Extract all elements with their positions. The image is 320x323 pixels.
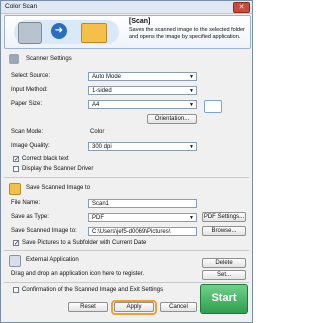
image-quality-label: Image Quality: — [11, 143, 50, 149]
input-method-value: 1-sided — [92, 88, 112, 94]
confirmation-checkbox[interactable] — [13, 287, 19, 293]
banner-title: [Scan] — [129, 18, 151, 25]
input-method-dropdown[interactable]: 1-sided ▼ — [88, 86, 197, 95]
display-scanner-driver-label: Display the Scanner Driver — [22, 166, 94, 172]
subfolder-checkbox[interactable]: ✓ — [13, 240, 19, 247]
paper-size-value: A4 — [92, 102, 100, 108]
chevron-down-icon: ▼ — [189, 215, 194, 221]
pdf-settings-button[interactable]: PDF Settings... — [202, 212, 246, 222]
scanner-icon — [18, 22, 42, 44]
correct-black-text-label: Correct black text — [22, 156, 69, 162]
image-quality-value: 300 dpi — [92, 144, 112, 150]
start-button[interactable]: Start — [200, 284, 248, 314]
reset-button[interactable]: Reset — [68, 302, 108, 312]
folder-icon — [81, 23, 107, 43]
title-bar: Color Scan ✕ — [1, 1, 252, 14]
chevron-down-icon: ▼ — [189, 102, 194, 108]
chevron-down-icon: ▼ — [189, 74, 194, 80]
save-folder-icon — [9, 183, 21, 195]
save-as-type-value: PDF — [92, 215, 104, 221]
orientation-button[interactable]: Orientation... — [147, 114, 197, 124]
scan-mode-value: Color — [90, 129, 105, 135]
cancel-button[interactable]: Cancel — [160, 302, 197, 312]
external-application-hint: Drag and drop an application icon here t… — [11, 271, 145, 277]
input-method-label: Input Method: — [11, 87, 48, 93]
delete-button[interactable]: Delete — [202, 258, 246, 268]
file-name-input[interactable]: Scan1 — [88, 199, 197, 208]
close-button[interactable]: ✕ — [233, 2, 250, 13]
select-source-label: Select Source: — [11, 73, 51, 79]
select-source-dropdown[interactable]: Auto Mode ▼ — [88, 72, 197, 81]
divider — [4, 177, 249, 178]
banner-icons: ➜ — [14, 20, 119, 44]
save-to-label: Save Scanned Image to: — [11, 228, 77, 234]
scan-banner: ➜ [Scan] Saves the scanned image to the … — [4, 15, 251, 49]
set-button[interactable]: Set... — [202, 270, 246, 280]
save-to-path-input[interactable]: C:\Users\jef5-d0069\Pictures\ — [88, 227, 197, 236]
browse-button[interactable]: Browse... — [202, 226, 246, 236]
external-application-icon — [9, 255, 21, 267]
chevron-down-icon: ▼ — [189, 144, 194, 150]
confirmation-label: Confirmation of the Scanned Image and Ex… — [22, 287, 164, 293]
paper-size-label: Paper Size: — [11, 101, 43, 107]
scanner-settings-heading: Scanner Settings — [26, 56, 72, 62]
save-section-heading: Save Scanned Image to — [26, 185, 91, 191]
select-source-value: Auto Mode — [92, 74, 122, 80]
file-name-label: File Name: — [11, 200, 41, 206]
scan-mode-label: Scan Mode: — [11, 129, 44, 135]
display-scanner-driver-checkbox[interactable] — [13, 166, 19, 172]
scanner-settings-icon — [9, 54, 19, 64]
apply-button[interactable]: Apply — [114, 302, 154, 312]
save-as-type-dropdown[interactable]: PDF ▼ — [88, 213, 197, 222]
correct-black-text-checkbox[interactable]: ✓ — [13, 156, 19, 163]
arrow-right-icon: ➜ — [51, 23, 67, 39]
banner-description: Saves the scanned image to the selected … — [129, 27, 245, 40]
chevron-down-icon: ▼ — [189, 88, 194, 94]
paper-size-dropdown[interactable]: A4 ▼ — [88, 100, 197, 109]
external-application-heading: External Application — [26, 257, 79, 263]
save-as-type-label: Save as Type: — [11, 214, 49, 220]
subfolder-label: Save Pictures to a Subfolder with Curren… — [22, 240, 147, 246]
divider — [4, 250, 249, 251]
window-title: Color Scan — [5, 3, 38, 10]
paper-orientation-icon — [204, 100, 222, 113]
divider — [4, 282, 249, 283]
color-scan-window: Color Scan ✕ ➜ [Scan] Saves the scanned … — [0, 0, 253, 323]
image-quality-dropdown[interactable]: 300 dpi ▼ — [88, 142, 197, 151]
